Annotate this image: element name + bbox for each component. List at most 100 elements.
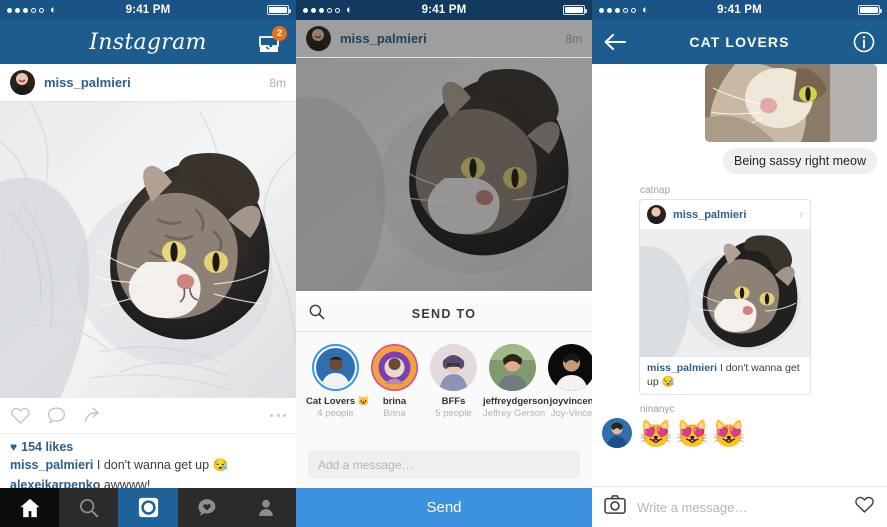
recipient-name: brina	[382, 396, 407, 407]
share-message-box: Add a message…	[296, 441, 592, 488]
post-header: miss_palmieri 8m	[296, 20, 592, 58]
chat-message-list[interactable]: Being sassy right meow catnap miss_palmi…	[592, 64, 887, 486]
panel-share-sheet: ◐ 9:41 PM miss_palmieri 8m SEND TO Cat L…	[296, 0, 592, 527]
search-icon	[80, 499, 99, 518]
message-bubble[interactable]: Being sassy right meow	[722, 148, 877, 174]
message-row-incoming: 😻😻😻	[602, 418, 877, 449]
comment-text: I don't wanna get up 😪	[96, 458, 229, 472]
message-input[interactable]: Write a message…	[637, 500, 843, 515]
back-arrow-icon[interactable]	[604, 33, 627, 51]
panel-direct-message: ◐ 9:41 PM CAT LOVERS Being sassy right m…	[592, 0, 887, 527]
shared-post-photo[interactable]	[640, 229, 810, 357]
recipient-avatar	[312, 344, 359, 391]
post-timestamp: 8m	[565, 31, 582, 46]
status-bar-time: 9:41 PM	[717, 4, 762, 16]
activity-heart-icon	[198, 499, 216, 516]
person-icon	[259, 499, 274, 516]
inbox-tray-icon[interactable]: 2	[258, 26, 287, 55]
inbox-badge-count: 2	[272, 26, 287, 41]
message-composer: Write a message…	[592, 486, 887, 527]
list-item[interactable]: joyvincen Joy-Vince	[542, 344, 592, 419]
heart-filled-icon: ♥	[10, 440, 18, 454]
recipient-name: joyvincen	[549, 396, 592, 407]
recipient-sub: 5 people	[435, 408, 472, 419]
comment-bubble-icon[interactable]	[46, 405, 67, 426]
heart-outline-icon[interactable]	[854, 494, 875, 520]
share-sheet-header: SEND TO	[296, 297, 592, 332]
post-timestamp: 8m	[269, 75, 286, 90]
list-item[interactable]	[705, 64, 877, 142]
add-message-input[interactable]: Add a message…	[308, 451, 580, 479]
post-photo	[296, 58, 592, 291]
likes-count: 154 likes	[21, 440, 74, 454]
battery-icon	[858, 5, 882, 15]
emoji-message[interactable]: 😻😻😻	[639, 421, 749, 448]
list-item[interactable]: Cat Lovers 🐱 4 people	[306, 344, 370, 419]
recipient-sub: Brina	[383, 408, 406, 419]
message-row-outgoing: Being sassy right meow	[602, 148, 877, 174]
camera-shutter-icon	[138, 497, 158, 518]
heart-outline-icon[interactable]	[10, 405, 31, 426]
list-item: miss_palmieri I don't wanna get up 😪	[10, 457, 286, 474]
recipient-avatar	[430, 344, 477, 391]
tab-search[interactable]	[59, 488, 119, 527]
share-sheet-title: SEND TO	[411, 307, 477, 321]
list-item[interactable]: brina Brina	[365, 344, 424, 419]
recipient-avatar	[371, 344, 418, 391]
post-actions	[0, 398, 296, 434]
battery-icon	[563, 5, 587, 15]
recipient-name: BFFs	[441, 396, 466, 407]
more-options-icon[interactable]	[270, 414, 286, 417]
shared-post-username[interactable]: miss_palmieri	[673, 209, 746, 221]
message-sender-label: catnap	[640, 185, 671, 196]
recipient-name: Cat Lovers 🐱	[306, 396, 370, 407]
shared-post-card[interactable]: miss_palmieri › miss_palmieri I don't wa…	[639, 199, 811, 396]
recipient-name: jeffreydgerson	[483, 396, 549, 407]
tab-home[interactable]	[0, 488, 60, 527]
post-header: miss_palmieri 8m	[0, 64, 296, 102]
share-sheet: SEND TO Cat Lovers 🐱 4 people brina Brin…	[296, 297, 592, 527]
recipient-sub: Jeffrey Gerson	[483, 408, 546, 419]
caption-username[interactable]: miss_palmieri	[647, 362, 717, 374]
recipient-sub: Joy-Vince	[550, 408, 592, 419]
list-item[interactable]: jeffreydgerson Jeffrey Gerson	[483, 344, 549, 419]
home-icon	[20, 498, 40, 517]
comment-username[interactable]: miss_palmieri	[10, 458, 93, 472]
post-username[interactable]: miss_palmieri	[44, 75, 131, 90]
tab-activity[interactable]	[177, 488, 237, 527]
status-bar: ◐ 9:41 PM	[592, 0, 887, 20]
chat-navbar: CAT LOVERS	[592, 20, 887, 64]
post-meta: ♥ 154 likes miss_palmieri I don't wanna …	[0, 434, 296, 494]
post-photo[interactable]	[0, 102, 296, 398]
info-circle-icon[interactable]	[853, 31, 875, 53]
battery-icon	[267, 5, 291, 15]
avatar[interactable]	[10, 70, 35, 95]
avatar	[306, 26, 331, 51]
recipient-list: Cat Lovers 🐱 4 people brina Brina BFFs 5…	[296, 332, 592, 419]
avatar[interactable]	[602, 418, 632, 449]
camera-icon[interactable]	[604, 495, 626, 519]
recipient-avatar	[548, 344, 592, 391]
instagram-logo: Instagram	[89, 29, 207, 55]
avatar	[647, 205, 666, 224]
status-bar-time: 9:41 PM	[125, 4, 171, 16]
share-arrow-icon[interactable]	[82, 405, 103, 426]
feed-navbar: Instagram 2	[0, 20, 296, 64]
tab-camera[interactable]	[118, 488, 178, 527]
panel-instagram-feed: ◐ 9:41 PM Instagram 2 miss_palmieri 8m ♥…	[0, 0, 296, 527]
shared-post-caption: miss_palmieri I don't wanna get up 😪	[640, 357, 810, 394]
message-row-incoming: miss_palmieri › miss_palmieri I don't wa…	[602, 199, 877, 396]
tab-profile[interactable]	[236, 488, 296, 527]
chevron-right-icon[interactable]: ›	[799, 209, 803, 221]
list-item[interactable]: BFFs 5 people	[424, 344, 483, 419]
status-bar: ◐ 9:41 PM	[0, 0, 296, 20]
message-sender-label: ninanyc	[640, 404, 675, 416]
recipient-sub: 4 people	[317, 408, 354, 419]
send-button[interactable]: Send	[296, 488, 592, 527]
likes-row: ♥ 154 likes	[10, 440, 286, 454]
shared-post-header: miss_palmieri ›	[640, 200, 810, 229]
status-bar-time: 9:41 PM	[421, 4, 467, 16]
post-username: miss_palmieri	[340, 31, 427, 46]
screenshot-root: ◐ 9:41 PM Instagram 2 miss_palmieri 8m ♥…	[0, 0, 887, 527]
page-title: CAT LOVERS	[689, 34, 790, 50]
